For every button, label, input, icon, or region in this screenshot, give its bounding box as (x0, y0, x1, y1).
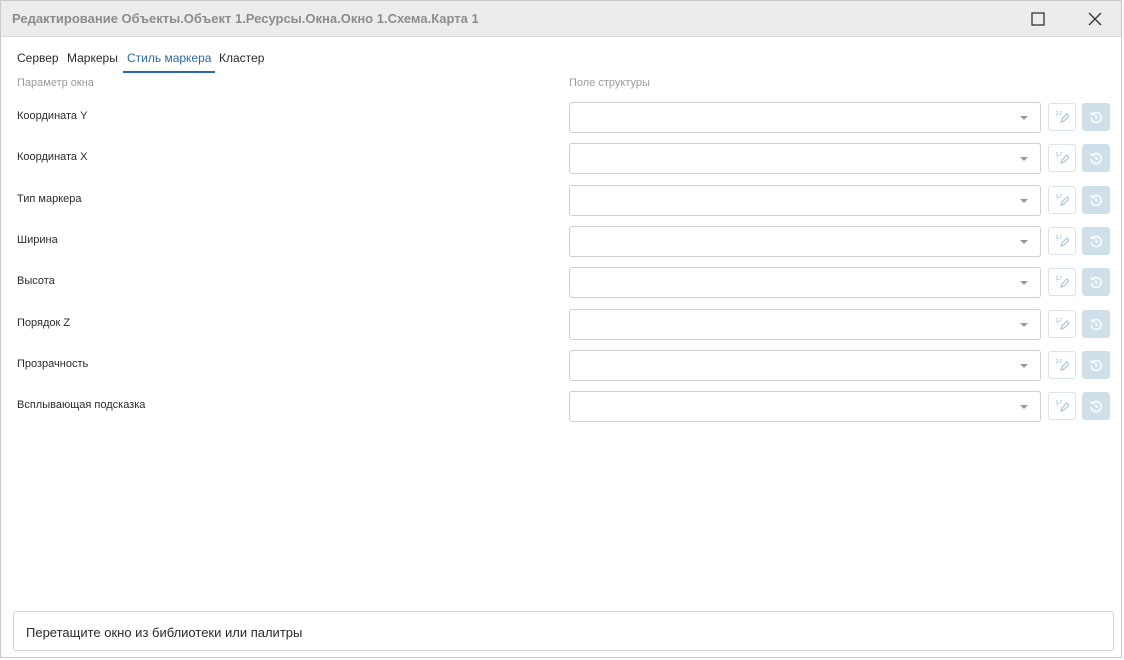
edit-mapping-button-coord-x[interactable] (1048, 144, 1076, 173)
label-z-order: Порядок Z (17, 316, 71, 329)
chevron-down-icon (1020, 239, 1028, 244)
reset-icon (1089, 194, 1102, 206)
reset-icon (1089, 359, 1102, 372)
title-bar[interactable]: Редактирование Объекты.Объект 1.Ресурсы.… (1, 1, 1121, 37)
label-width: Ширина (17, 233, 58, 246)
reset-button-marker-type[interactable] (1082, 185, 1110, 214)
reset-icon (1089, 400, 1102, 413)
edit-mapping-button-z-order[interactable] (1048, 309, 1076, 338)
field-select-height[interactable] (569, 267, 1041, 299)
reset-button-opacity[interactable] (1082, 350, 1110, 379)
field-select-marker-type[interactable] (569, 184, 1041, 216)
edit-mapping-button-coord-y[interactable] (1048, 103, 1076, 131)
maximize-button[interactable] (1013, 1, 1063, 36)
chevron-down-icon (1020, 322, 1028, 327)
tab-marker-style[interactable]: Стиль маркера (123, 46, 216, 73)
close-icon (1088, 12, 1102, 25)
edit-mapping-icon (1056, 276, 1069, 289)
reset-icon (1089, 153, 1102, 165)
chevron-down-icon (1020, 363, 1028, 368)
chevron-down-icon (1020, 157, 1028, 162)
label-opacity: Прозрачность (17, 357, 89, 370)
label-coord-x: Координата X (17, 151, 88, 164)
chevron-down-icon (1020, 116, 1028, 120)
label-height: Высота (17, 275, 55, 288)
drop-zone-text: Перетащите окно из библиотеки или палитр… (26, 625, 303, 640)
reset-button-coord-x[interactable] (1082, 144, 1110, 173)
tab-server[interactable]: Сервер (17, 46, 59, 72)
reset-button-tooltip[interactable] (1082, 392, 1110, 421)
field-select-opacity[interactable] (569, 349, 1041, 381)
reset-button-z-order[interactable] (1082, 309, 1110, 338)
edit-mapping-button-marker-type[interactable] (1048, 185, 1076, 214)
reset-button-height[interactable] (1082, 268, 1110, 297)
window-title: Редактирование Объекты.Объект 1.Ресурсы.… (12, 11, 479, 26)
chevron-down-icon (1020, 198, 1028, 203)
field-select-z-order[interactable] (569, 308, 1041, 340)
label-marker-type: Тип маркера (17, 192, 82, 205)
chevron-down-icon (1020, 405, 1028, 410)
label-tooltip: Всплывающая подсказка (17, 399, 146, 412)
tab-markers[interactable]: Маркеры (67, 46, 118, 72)
edit-mapping-icon (1056, 234, 1069, 247)
drop-zone[interactable]: Перетащите окно из библиотеки или палитр… (13, 611, 1114, 651)
field-select-tooltip[interactable] (569, 391, 1041, 423)
reset-icon (1089, 318, 1102, 330)
edit-mapping-button-width[interactable] (1048, 226, 1076, 255)
column-header-param: Параметр окна (17, 77, 94, 89)
close-button[interactable] (1070, 1, 1120, 36)
edit-mapping-icon (1056, 317, 1069, 330)
edit-mapping-icon (1056, 111, 1069, 123)
edit-mapping-button-height[interactable] (1048, 268, 1076, 297)
reset-button-width[interactable] (1082, 226, 1110, 255)
edit-mapping-button-tooltip[interactable] (1048, 392, 1076, 421)
chevron-down-icon (1020, 281, 1028, 286)
reset-icon (1089, 277, 1102, 289)
maximize-icon (1031, 11, 1045, 26)
editor-dialog: Редактирование Объекты.Объект 1.Ресурсы.… (0, 0, 1122, 658)
edit-mapping-button-opacity[interactable] (1048, 350, 1076, 379)
reset-icon (1089, 235, 1102, 248)
column-header-field: Поле структуры (569, 77, 650, 89)
edit-mapping-icon (1056, 193, 1069, 206)
label-coord-y: Координата Y (17, 110, 88, 122)
tab-cluster[interactable]: Кластер (219, 46, 264, 72)
field-select-width[interactable] (569, 225, 1041, 257)
edit-mapping-icon (1056, 358, 1069, 371)
edit-mapping-icon (1056, 152, 1069, 165)
field-select-coord-x[interactable] (569, 143, 1041, 175)
edit-mapping-icon (1056, 400, 1069, 413)
reset-button-coord-y[interactable] (1082, 103, 1110, 131)
reset-icon (1089, 111, 1102, 124)
field-select-coord-y[interactable] (569, 102, 1041, 133)
